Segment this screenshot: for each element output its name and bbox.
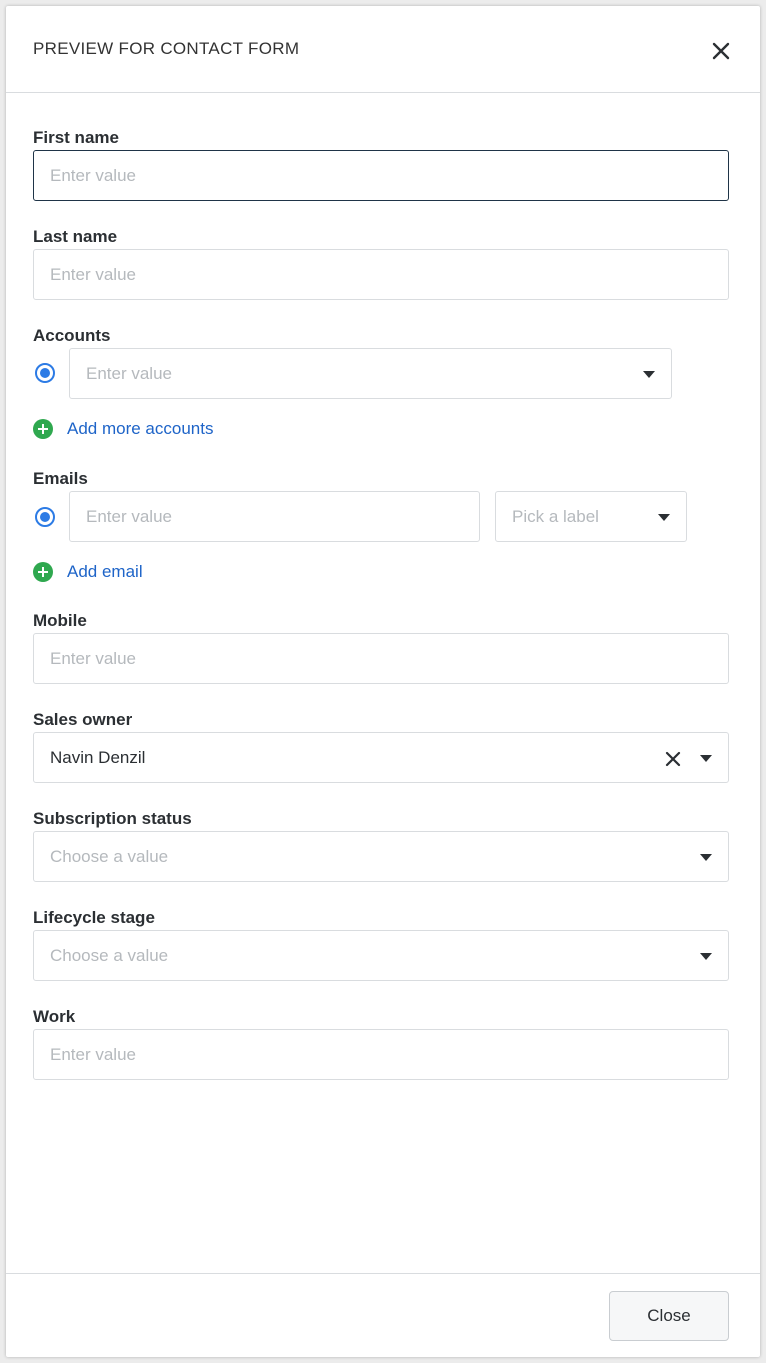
- chevron-down-icon: [700, 854, 712, 861]
- dialog-header: PREVIEW FOR CONTACT FORM: [6, 6, 760, 93]
- email-primary-radio[interactable]: [35, 507, 55, 527]
- close-icon[interactable]: [709, 39, 733, 63]
- add-more-accounts-text: Add more accounts: [67, 419, 214, 438]
- add-more-accounts-link[interactable]: Add more accounts: [33, 417, 213, 441]
- add-email-link[interactable]: Add email: [33, 560, 143, 584]
- plus-circle-icon: [33, 419, 53, 439]
- lifecycle-stage-select[interactable]: Choose a value: [33, 930, 729, 981]
- contact-form-preview-dialog: PREVIEW FOR CONTACT FORM First name Last…: [6, 6, 760, 1357]
- chevron-down-icon: [700, 755, 712, 762]
- sales-owner-label: Sales owner: [33, 710, 133, 729]
- add-email-text: Add email: [67, 562, 143, 581]
- subscription-status-select[interactable]: Choose a value: [33, 831, 729, 882]
- sales-owner-select[interactable]: Navin Denzil: [33, 732, 729, 783]
- mobile-label: Mobile: [33, 611, 87, 630]
- close-button[interactable]: Close: [609, 1291, 729, 1341]
- work-input[interactable]: [33, 1029, 729, 1080]
- dialog-title: PREVIEW FOR CONTACT FORM: [33, 39, 300, 58]
- accounts-primary-radio[interactable]: [35, 363, 55, 383]
- last-name-label: Last name: [33, 227, 118, 246]
- emails-label: Emails: [33, 469, 88, 488]
- chevron-down-icon: [658, 514, 670, 521]
- subscription-status-placeholder: Choose a value: [50, 847, 169, 866]
- accounts-placeholder: Enter value: [86, 364, 172, 383]
- subscription-status-label: Subscription status: [33, 809, 192, 828]
- work-label: Work: [33, 1007, 76, 1026]
- lifecycle-stage-placeholder: Choose a value: [50, 946, 169, 965]
- chevron-down-icon: [643, 371, 655, 378]
- email-label-placeholder: Pick a label: [512, 507, 599, 526]
- dialog-footer: Close: [6, 1273, 760, 1357]
- first-name-input[interactable]: [33, 150, 729, 201]
- last-name-input[interactable]: [33, 249, 729, 300]
- clear-icon[interactable]: [664, 750, 682, 768]
- accounts-label: Accounts: [33, 326, 111, 345]
- mobile-input[interactable]: [33, 633, 729, 684]
- accounts-select[interactable]: Enter value: [69, 348, 672, 399]
- email-input[interactable]: [69, 491, 480, 542]
- plus-circle-icon: [33, 562, 53, 582]
- chevron-down-icon: [700, 953, 712, 960]
- email-label-select[interactable]: Pick a label: [495, 491, 687, 542]
- sales-owner-value: Navin Denzil: [50, 748, 146, 767]
- lifecycle-stage-label: Lifecycle stage: [33, 908, 155, 927]
- first-name-label: First name: [33, 128, 119, 147]
